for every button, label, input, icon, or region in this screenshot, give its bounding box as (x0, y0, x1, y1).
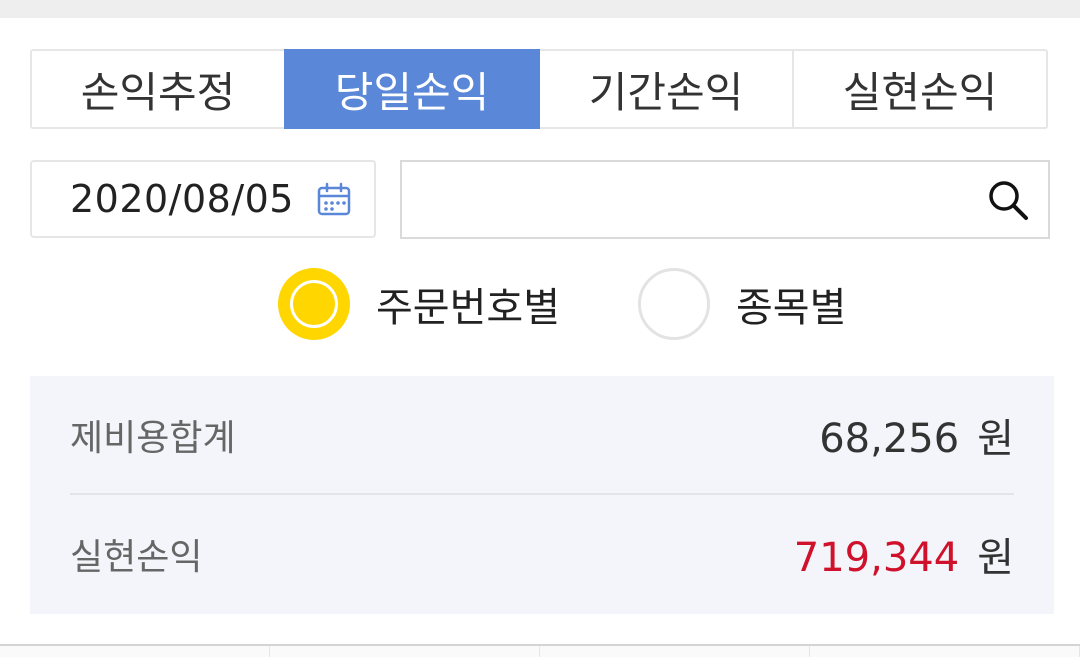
tab-bar: 손익추정 당일손익 기간손익 실현손익 (30, 49, 1048, 129)
summary-value: 719,344 원 (794, 525, 1014, 583)
radio-by-order-number[interactable]: 주문번호별 (278, 268, 560, 340)
summary-row-realized-pnl: 실현손익 719,344 원 (70, 495, 1014, 613)
tab-realized-pnl[interactable]: 실현손익 (792, 49, 1048, 129)
table-header-cell (540, 646, 810, 657)
calendar-icon[interactable] (316, 181, 352, 217)
view-mode-radio-group: 주문번호별 종목별 (278, 268, 846, 340)
tab-daily-pnl[interactable]: 당일손익 (284, 49, 540, 129)
table-header-partial (0, 646, 1080, 657)
radio-by-stock[interactable]: 종목별 (638, 268, 846, 340)
summary-row-total-cost: 제비용합계 68,256 원 (70, 376, 1014, 494)
radio-selected-icon (278, 268, 350, 340)
date-picker[interactable]: 2020/08/05 (30, 160, 376, 238)
radio-label: 종목별 (736, 285, 847, 331)
summary-label: 제비용합계 (70, 418, 236, 459)
search-icon[interactable] (984, 176, 1032, 224)
currency-unit: 원 (977, 416, 1014, 462)
realized-pnl-amount: 719,344 (793, 535, 960, 581)
summary-panel: 제비용합계 68,256 원 실현손익 719,344 원 (30, 376, 1054, 614)
summary-label: 실현손익 (70, 537, 203, 578)
radio-unselected-icon (638, 268, 710, 340)
summary-value: 68,256 원 (819, 406, 1014, 464)
top-strip (0, 0, 1080, 18)
radio-label: 주문번호별 (376, 285, 560, 331)
table-header-cell (0, 646, 270, 657)
search-box (400, 160, 1050, 239)
table-header-cell (270, 646, 540, 657)
tab-estimated-pnl[interactable]: 손익추정 (30, 49, 286, 129)
search-input[interactable] (402, 162, 984, 237)
date-value: 2020/08/05 (69, 177, 294, 221)
currency-unit: 원 (977, 535, 1014, 581)
tab-period-pnl[interactable]: 기간손익 (538, 49, 794, 129)
table-header-cell (810, 646, 1080, 657)
total-cost-amount: 68,256 (819, 416, 960, 462)
